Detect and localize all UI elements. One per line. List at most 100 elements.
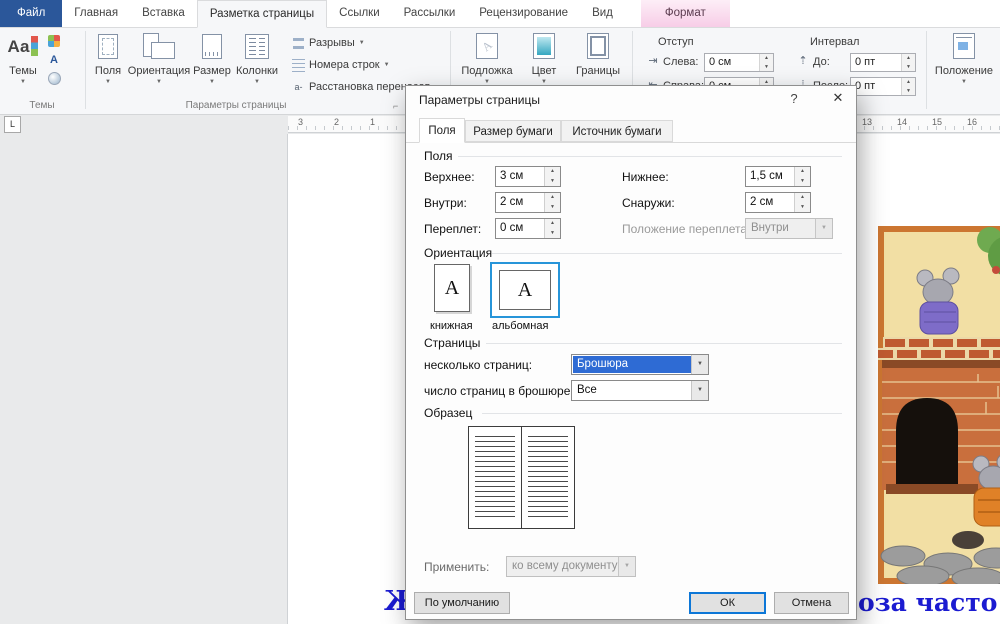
theme-effects-button[interactable] bbox=[45, 70, 63, 87]
space-after-value[interactable]: 0 пт bbox=[855, 80, 875, 92]
gutter-position-combo: Внутри ▼ bbox=[745, 218, 833, 239]
spin-up-icon[interactable]: ▲ bbox=[545, 219, 560, 229]
tab-references[interactable]: Ссылки bbox=[327, 0, 392, 27]
space-before-value[interactable]: 0 пт bbox=[855, 56, 875, 68]
margins-button[interactable]: Поля ▼ bbox=[90, 30, 126, 98]
gutter-spinner[interactable]: ▲ ▼ bbox=[544, 219, 560, 238]
group-line bbox=[458, 156, 842, 157]
spin-up-icon[interactable]: ▲ bbox=[902, 54, 915, 63]
indent-left-field[interactable]: 0 см ▲ ▼ bbox=[704, 53, 774, 72]
size-button[interactable]: Размер ▼ bbox=[192, 30, 232, 98]
spin-down-icon[interactable]: ▼ bbox=[760, 63, 773, 72]
dialog-tab-margins[interactable]: Поля bbox=[419, 118, 465, 143]
margin-inside-spinner[interactable]: ▲ ▼ bbox=[544, 193, 560, 212]
theme-fonts-button[interactable]: А bbox=[45, 51, 63, 68]
margin-outside-spinner[interactable]: ▲ ▼ bbox=[794, 193, 810, 212]
spin-up-icon[interactable]: ▲ bbox=[545, 193, 560, 203]
multiple-pages-label: несколько страниц: bbox=[424, 358, 533, 372]
orientation-caption: Ориентация bbox=[424, 246, 493, 260]
tab-format-contextual[interactable]: Формат bbox=[640, 0, 730, 27]
tab-stop-selector[interactable]: L bbox=[4, 116, 21, 133]
gutter-value[interactable]: 0 см bbox=[500, 222, 523, 234]
tab-file[interactable]: Файл bbox=[0, 0, 63, 27]
gutter-field[interactable]: 0 см ▲ ▼ bbox=[495, 218, 561, 239]
apply-to-combo: ко всему документу ▼ bbox=[506, 556, 636, 577]
space-before-spinner[interactable]: ▲ ▼ bbox=[901, 54, 915, 71]
chevron-down-icon: ▼ bbox=[20, 79, 26, 85]
spin-down-icon[interactable]: ▼ bbox=[795, 177, 810, 187]
multiple-pages-value[interactable]: Брошюра bbox=[573, 356, 691, 373]
spin-down-icon[interactable]: ▼ bbox=[902, 63, 915, 72]
indent-left-spinner[interactable]: ▲ ▼ bbox=[759, 54, 773, 71]
orientation-button[interactable]: Ориентация ▼ bbox=[128, 30, 190, 98]
spacing-caption: Интервал bbox=[810, 36, 860, 48]
portrait-page-icon: A bbox=[444, 276, 460, 299]
tab-view[interactable]: Вид bbox=[580, 0, 625, 27]
space-before-field[interactable]: 0 пт ▲ ▼ bbox=[850, 53, 916, 72]
dropdown-arrow-icon[interactable]: ▼ bbox=[691, 355, 708, 374]
default-button[interactable]: По умолчанию bbox=[414, 592, 510, 614]
margin-inside-label: Внутри: bbox=[424, 196, 467, 210]
space-after-spinner[interactable]: ▲ ▼ bbox=[901, 78, 915, 95]
close-icon[interactable]: ✕ bbox=[826, 90, 850, 106]
spin-up-icon[interactable]: ▲ bbox=[902, 78, 915, 87]
spin-down-icon[interactable]: ▼ bbox=[545, 203, 560, 213]
spin-up-icon[interactable]: ▲ bbox=[795, 193, 810, 203]
spin-up-icon[interactable]: ▲ bbox=[760, 54, 773, 63]
margins-icon bbox=[98, 33, 118, 59]
multiple-pages-combo[interactable]: Брошюра ▼ bbox=[571, 354, 709, 375]
dialog-tab-paper-source[interactable]: Источник бумаги bbox=[561, 120, 673, 142]
margin-outside-value[interactable]: 2 см bbox=[750, 196, 773, 208]
group-line bbox=[482, 413, 842, 414]
book-illustration bbox=[878, 226, 1000, 584]
orientation-landscape-option[interactable]: A bbox=[490, 262, 560, 318]
tab-review[interactable]: Рецензирование bbox=[467, 0, 580, 27]
pages-per-booklet-value[interactable]: Все bbox=[573, 382, 691, 399]
spin-down-icon[interactable]: ▼ bbox=[545, 229, 560, 239]
margin-inside-value[interactable]: 2 см bbox=[500, 196, 523, 208]
line-numbers-button[interactable]: Номера строк ▼ bbox=[292, 56, 390, 74]
theme-colors-button[interactable] bbox=[45, 32, 63, 49]
margin-top-field[interactable]: 3 см ▲ ▼ bbox=[495, 166, 561, 187]
tab-mailings[interactable]: Рассылки bbox=[392, 0, 468, 27]
orientation-portrait-option[interactable]: A bbox=[434, 264, 470, 312]
ok-button[interactable]: ОК bbox=[689, 592, 766, 614]
margin-bottom-value[interactable]: 1,5 см bbox=[750, 170, 783, 182]
margin-top-spinner[interactable]: ▲ ▼ bbox=[544, 167, 560, 186]
dropdown-arrow-icon: ▼ bbox=[815, 219, 832, 238]
cancel-button[interactable]: Отмена bbox=[774, 592, 849, 614]
breaks-button[interactable]: Разрывы ▼ bbox=[292, 34, 365, 52]
preview-caption: Образец bbox=[424, 406, 473, 420]
dropdown-arrow-icon[interactable]: ▼ bbox=[691, 381, 708, 400]
size-button-label: Размер bbox=[193, 65, 231, 77]
margin-bottom-field[interactable]: 1,5 см ▲ ▼ bbox=[745, 166, 811, 187]
columns-button[interactable]: Колонки ▼ bbox=[234, 30, 280, 98]
tab-insert[interactable]: Вставка bbox=[130, 0, 197, 27]
space-after-field[interactable]: 0 пт ▲ ▼ bbox=[850, 77, 916, 96]
margin-inside-field[interactable]: 2 см ▲ ▼ bbox=[495, 192, 561, 213]
themes-button[interactable]: Аа Темы ▼ bbox=[4, 30, 42, 98]
portrait-label: книжная bbox=[430, 320, 473, 332]
spin-down-icon[interactable]: ▼ bbox=[902, 87, 915, 96]
tab-home[interactable]: Главная bbox=[62, 0, 130, 27]
indent-caption: Отступ bbox=[658, 36, 694, 48]
dialog-launcher-icon[interactable]: ⌐ bbox=[393, 101, 398, 111]
dialog-tab-paper-size[interactable]: Размер бумаги bbox=[465, 120, 561, 142]
tab-page-layout[interactable]: Разметка страницы bbox=[196, 0, 328, 28]
spin-down-icon[interactable]: ▼ bbox=[545, 177, 560, 187]
spin-up-icon[interactable]: ▲ bbox=[545, 167, 560, 177]
indent-left-value[interactable]: 0 см bbox=[709, 56, 731, 68]
position-button[interactable]: Положение ▼ bbox=[932, 30, 996, 98]
page-borders-label: Границы bbox=[576, 65, 620, 77]
pages-per-booklet-combo[interactable]: Все ▼ bbox=[571, 380, 709, 401]
chevron-down-icon: ▼ bbox=[209, 79, 215, 85]
margin-outside-field[interactable]: 2 см ▲ ▼ bbox=[745, 192, 811, 213]
chevron-down-icon: ▼ bbox=[383, 62, 390, 68]
margin-bottom-spinner[interactable]: ▲ ▼ bbox=[794, 167, 810, 186]
spin-down-icon[interactable]: ▼ bbox=[795, 203, 810, 213]
help-button[interactable]: ? bbox=[784, 91, 804, 106]
spin-up-icon[interactable]: ▲ bbox=[795, 167, 810, 177]
columns-icon bbox=[245, 33, 269, 59]
margin-top-value[interactable]: 3 см bbox=[500, 170, 523, 182]
dropdown-arrow-icon: ▼ bbox=[618, 557, 635, 576]
